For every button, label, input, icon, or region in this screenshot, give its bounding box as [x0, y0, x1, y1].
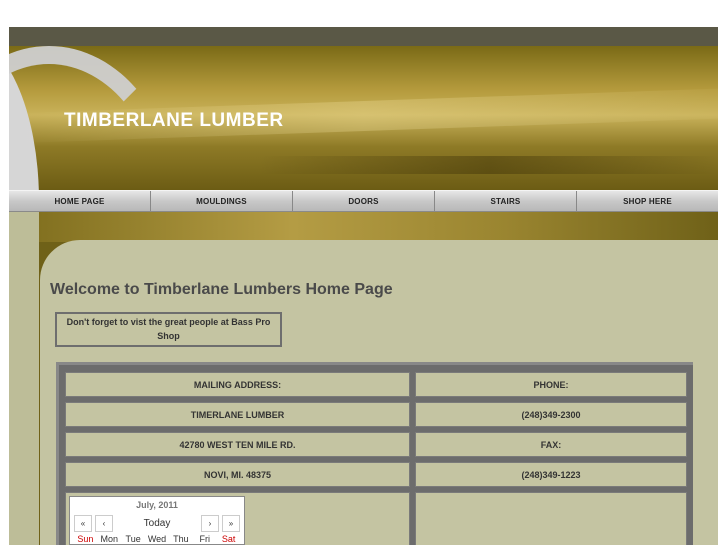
nav-item-shop-here[interactable]: SHOP HERE — [577, 191, 718, 211]
weekday-sat: Sat — [221, 534, 236, 544]
header-banner: TIMBERLANE LUMBER — [9, 46, 718, 190]
calendar-nav: « ‹ Today › » — [70, 514, 244, 533]
weekday-mon: Mon — [100, 534, 119, 544]
content-left-strip — [9, 212, 39, 545]
street-address: 42780 WEST TEN MILE RD. — [65, 432, 410, 457]
nav-item-home[interactable]: HOME PAGE — [9, 191, 151, 211]
calendar-today-button[interactable]: Today — [116, 515, 198, 532]
page-title: Welcome to Timberlane Lumbers Home Page — [50, 281, 393, 298]
calendar-month-label: July, 2011 — [136, 500, 178, 510]
empty-cell — [415, 492, 687, 545]
fax-label: FAX: — [415, 432, 687, 457]
nav-item-mouldings[interactable]: MOULDINGS — [151, 191, 293, 211]
promo-text[interactable]: Don't forget to vist the great people at… — [63, 316, 274, 342]
nav-item-stairs[interactable]: STAIRS — [435, 191, 577, 211]
banner-shadow — [259, 156, 718, 174]
weekday-sun: Sun — [77, 534, 94, 544]
fax-number: (248)349-1223 — [415, 462, 687, 487]
page: TIMBERLANE LUMBER HOME PAGE MOULDINGS DO… — [0, 0, 727, 545]
calendar-prev-month-button[interactable]: ‹ — [95, 515, 113, 532]
weekday-tue: Tue — [125, 534, 141, 544]
mailing-address-label: MAILING ADDRESS: — [65, 372, 410, 397]
site-title: TIMBERLANE LUMBER — [64, 110, 284, 131]
top-bar — [9, 27, 718, 46]
phone-label: PHONE: — [415, 372, 687, 397]
promo-box[interactable]: Don't forget to vist the great people at… — [55, 312, 282, 347]
nav-item-doors[interactable]: DOORS — [293, 191, 435, 211]
weekday-wed: Wed — [147, 534, 167, 544]
weekday-thu: Thu — [173, 534, 189, 544]
company-name: TIMERLANE LUMBER — [65, 402, 410, 427]
calendar-next-year-button[interactable]: » — [222, 515, 240, 532]
calendar-next-month-button[interactable]: › — [201, 515, 219, 532]
weekday-fri: Fri — [199, 534, 210, 544]
calendar-widget: July, 2011 « ‹ Today › » Sun Mon Tue Wed… — [69, 496, 245, 545]
calendar-prev-year-button[interactable]: « — [74, 515, 92, 532]
calendar-weekday-header: Sun Mon Tue Wed Thu Fri Sat — [70, 533, 244, 544]
main-nav: HOME PAGE MOULDINGS DOORS STAIRS SHOP HE… — [9, 190, 718, 212]
phone-number: (248)349-2300 — [415, 402, 687, 427]
city-address: NOVI, MI. 48375 — [65, 462, 410, 487]
content-frame-header — [9, 212, 718, 242]
